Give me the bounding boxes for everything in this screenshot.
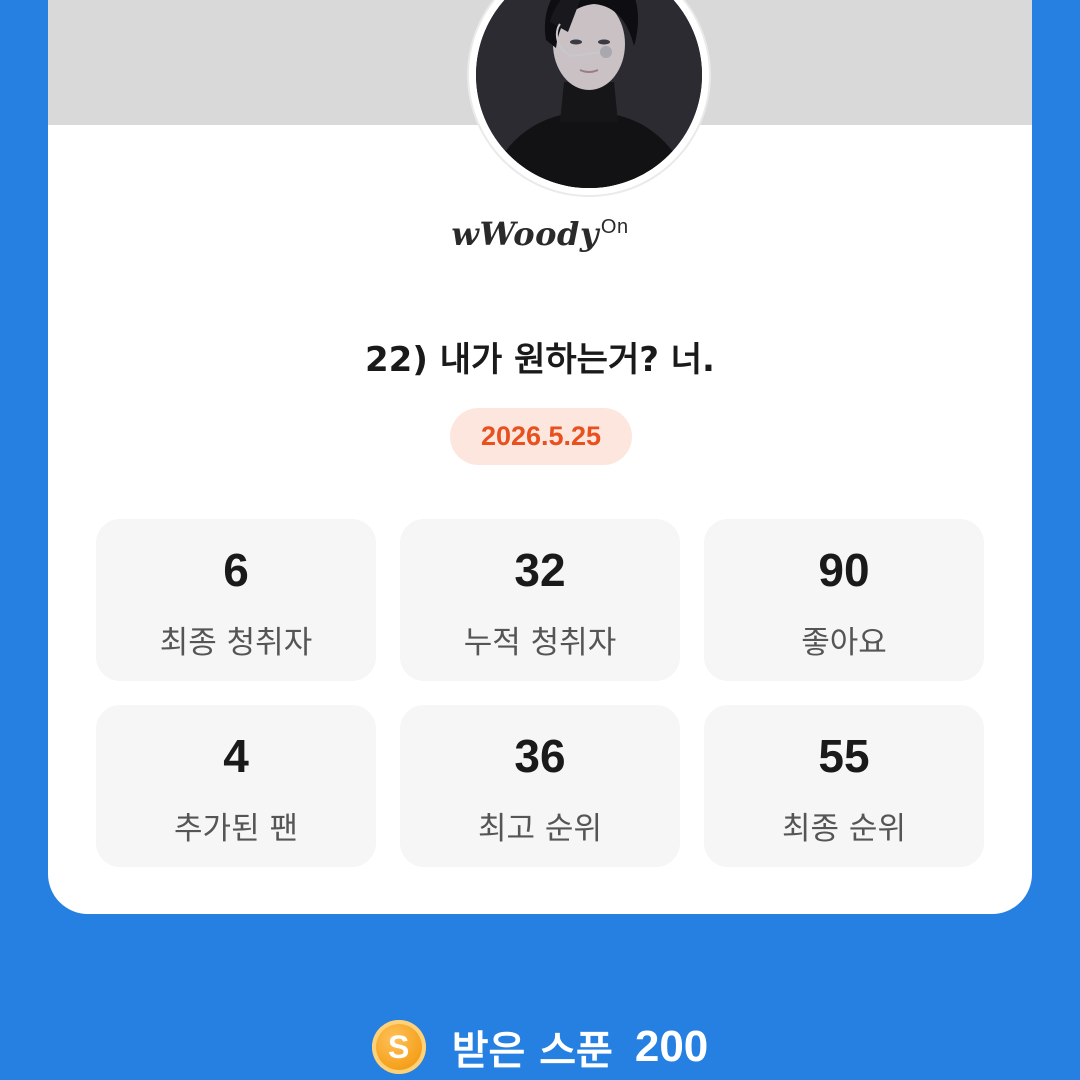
stat-value: 36 [514,730,566,782]
reward-count: 200 [634,1022,709,1071]
stat-value: 32 [514,544,566,596]
episode-title: 22) 내가 원하는거? 너. [365,340,715,380]
stat-value: 55 [818,730,870,782]
stat-total-listeners: 32 누적 청취자 [400,519,680,681]
spoon-coin-icon: S [371,1020,426,1074]
signature-text: wWoody [451,215,599,253]
avatar-image [476,0,702,188]
stat-final-rank: 55 최종 순위 [704,705,984,867]
stat-final-listeners: 6 최종 청취자 [96,519,376,681]
page: wWoody On 22) 내가 원하는거? 너. 2026.5.25 6 최종 … [0,0,1080,1080]
stat-label: 최고 순위 [478,811,602,847]
stat-value: 90 [818,544,870,596]
stat-label: 누적 청취자 [463,625,617,661]
stat-likes: 90 좋아요 [704,519,984,681]
reward-label: 받은 스푼 [451,1028,613,1074]
stat-label: 최종 청취자 [159,625,313,661]
stat-label: 최종 순위 [782,811,906,847]
stat-value: 6 [223,544,249,596]
signature-sup: On [600,216,629,239]
date-badge: 2026.5.25 [450,408,632,465]
stat-label: 추가된 팬 [174,811,298,847]
live-summary-card: wWoody On 22) 내가 원하는거? 너. 2026.5.25 6 최종 … [48,0,1032,914]
stat-label: 좋아요 [801,625,887,661]
creator-signature: wWoody On [48,215,1032,253]
spoon-reward-summary: S 받은 스푼 200 [0,1018,1080,1078]
avatar[interactable] [469,0,709,195]
stat-new-fans: 4 추가된 팬 [96,705,376,867]
stat-best-rank: 36 최고 순위 [400,705,680,867]
stat-value: 4 [223,730,249,782]
